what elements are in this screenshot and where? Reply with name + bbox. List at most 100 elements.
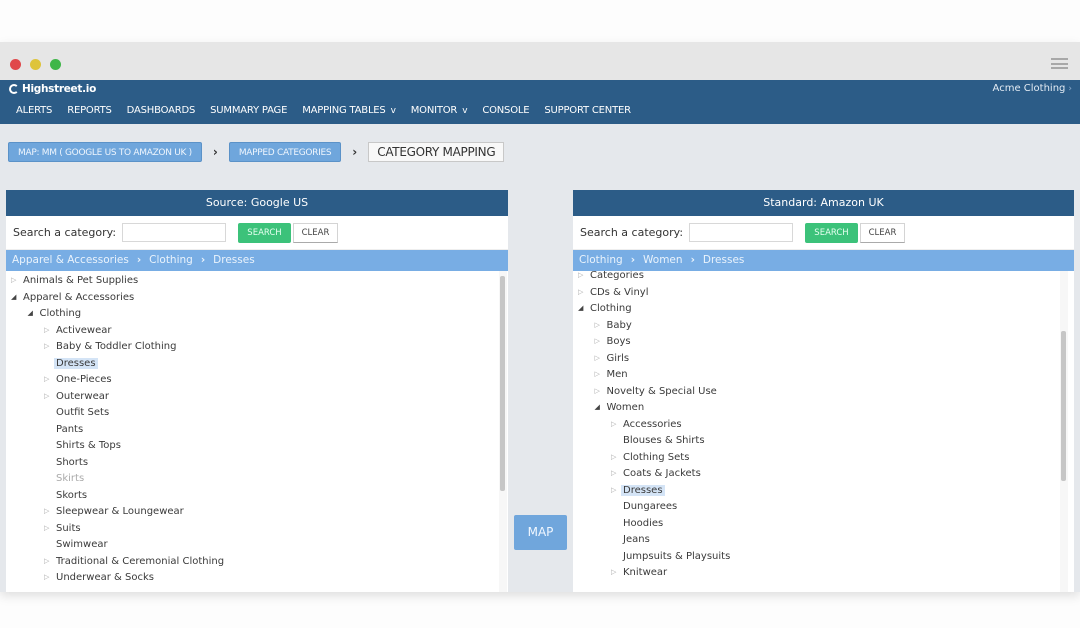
caret-right-icon[interactable]: ▷: [44, 554, 52, 569]
nav-monitor[interactable]: MONITOR v: [411, 105, 468, 116]
tree-node-label: Outerwear: [56, 390, 109, 402]
caret-right-icon[interactable]: ▷: [595, 367, 603, 382]
caret-right-icon[interactable]: ▷: [611, 466, 619, 481]
tree-node[interactable]: ▷ One-Pieces: [44, 372, 112, 387]
breadcrumb-mapped-categories[interactable]: MAPPED CATEGORIES: [228, 142, 342, 162]
minimize-window-button[interactable]: [30, 59, 41, 70]
tree-node[interactable]: ▷ Knitwear: [611, 565, 667, 580]
nav-reports[interactable]: REPORTS: [67, 105, 112, 116]
maximize-window-button[interactable]: [50, 59, 61, 70]
source-scrollbar[interactable]: [499, 271, 507, 592]
map-button[interactable]: MAP: [514, 515, 567, 550]
tree-node[interactable]: ▷ Dresses: [611, 483, 665, 498]
caret-down-icon[interactable]: ◢: [28, 306, 36, 321]
caret-down-icon[interactable]: ◢: [578, 301, 586, 316]
tree-node[interactable]: Pants: [56, 422, 83, 437]
tree-node[interactable]: ▷ Animals & Pet Supplies: [11, 273, 138, 288]
path-segment[interactable]: Apparel & Accessories: [12, 250, 129, 271]
close-window-button[interactable]: [10, 59, 21, 70]
nav-mapping-tables[interactable]: MAPPING TABLES v: [302, 105, 396, 116]
caret-right-icon[interactable]: ▷: [44, 323, 52, 338]
tree-node[interactable]: ◢ Clothing: [28, 306, 82, 321]
target-search-input[interactable]: [689, 223, 793, 242]
nav-support-center[interactable]: SUPPORT CENTER: [544, 105, 631, 116]
source-search-input[interactable]: [122, 223, 226, 242]
tree-node-label: Novelty & Special Use: [606, 385, 717, 397]
caret-right-icon[interactable]: ▷: [611, 450, 619, 465]
tree-node[interactable]: Skorts: [56, 488, 87, 503]
tree-node[interactable]: Swimwear: [56, 537, 108, 552]
path-segment[interactable]: Clothing: [579, 250, 623, 271]
tree-node[interactable]: ▷ CDs & Vinyl: [578, 285, 648, 300]
caret-down-icon[interactable]: ◢: [11, 290, 19, 305]
nav-summary-page[interactable]: SUMMARY PAGE: [210, 105, 287, 116]
caret-right-icon[interactable]: ▷: [595, 351, 603, 366]
source-scrollbar-thumb[interactable]: [500, 276, 505, 491]
path-segment[interactable]: Clothing: [149, 250, 193, 271]
caret-down-icon[interactable]: ◢: [595, 400, 603, 415]
tree-node[interactable]: ▷ Accessories: [611, 417, 682, 432]
tree-node[interactable]: Outfit Sets: [56, 405, 109, 420]
tree-node[interactable]: Skirts: [56, 471, 84, 486]
tree-node[interactable]: ▷ Categories: [578, 271, 644, 283]
tree-node[interactable]: ▷ Baby: [595, 318, 632, 333]
caret-right-icon[interactable]: ▷: [578, 285, 586, 300]
caret-right-icon[interactable]: ▷: [595, 318, 603, 333]
tree-node[interactable]: ▷ Activewear: [44, 323, 112, 338]
tree-node[interactable]: Dungarees: [623, 499, 677, 514]
path-segment[interactable]: Dresses: [213, 250, 255, 271]
caret-right-icon[interactable]: ▷: [44, 570, 52, 585]
nav-console[interactable]: CONSOLE: [482, 105, 529, 116]
caret-right-icon[interactable]: ▷: [595, 334, 603, 349]
tree-node[interactable]: ◢ Clothing: [578, 301, 632, 316]
target-search-button[interactable]: SEARCH: [805, 223, 858, 243]
caret-right-icon[interactable]: ▷: [44, 339, 52, 354]
caret-right-icon[interactable]: ▷: [611, 417, 619, 432]
caret-right-icon[interactable]: ▷: [44, 372, 52, 387]
target-scrollbar-thumb[interactable]: [1061, 331, 1066, 481]
tree-node[interactable]: ▷ Traditional & Ceremonial Clothing: [44, 554, 224, 569]
tree-node-label: Dresses: [621, 484, 665, 496]
tree-node[interactable]: ▷ Novelty & Special Use: [595, 384, 717, 399]
source-clear-button[interactable]: CLEAR: [293, 223, 338, 243]
tree-node[interactable]: Blouses & Shirts: [623, 433, 705, 448]
nav-dashboards[interactable]: DASHBOARDS: [127, 105, 196, 116]
caret-right-icon[interactable]: ▷: [578, 271, 586, 283]
nav-alerts[interactable]: ALERTS: [16, 105, 52, 116]
tree-node-label: Blouses & Shirts: [623, 435, 705, 446]
caret-right-icon[interactable]: ▷: [611, 483, 619, 498]
tree-node[interactable]: ▷ Sleepwear & Loungewear: [44, 504, 184, 519]
tree-node[interactable]: ▷ Boys: [595, 334, 631, 349]
account-menu[interactable]: Acme Clothing ›: [993, 83, 1072, 94]
path-segment[interactable]: Dresses: [703, 250, 745, 271]
tree-node[interactable]: ▷ Coats & Jackets: [611, 466, 701, 481]
target-clear-button[interactable]: CLEAR: [860, 223, 905, 243]
caret-right-icon[interactable]: ▷: [44, 504, 52, 519]
tree-node[interactable]: Dresses: [54, 356, 98, 371]
caret-right-icon[interactable]: ▷: [44, 389, 52, 404]
caret-right-icon[interactable]: ▷: [44, 521, 52, 536]
tree-node[interactable]: Shorts: [56, 455, 88, 470]
tree-node[interactable]: ◢ Apparel & Accessories: [11, 290, 134, 305]
source-search-button[interactable]: SEARCH: [238, 223, 291, 243]
tree-node[interactable]: ▷ Underwear & Socks: [44, 570, 154, 585]
tree-node[interactable]: Shirts & Tops: [56, 438, 121, 453]
tree-node[interactable]: ▷ Suits: [44, 521, 81, 536]
tree-node[interactable]: ▷ Clothing Sets: [611, 450, 689, 465]
tree-node[interactable]: Hoodies: [623, 516, 663, 531]
tree-node[interactable]: ▷ Baby & Toddler Clothing: [44, 339, 176, 354]
tree-node[interactable]: Jeans: [623, 532, 650, 547]
tree-node[interactable]: ▷ Outerwear: [44, 389, 109, 404]
tree-node[interactable]: ◢ Women: [595, 400, 645, 415]
caret-right-icon[interactable]: ▷: [611, 565, 619, 580]
breadcrumb-map[interactable]: MAP: MM ( GOOGLE US TO AMAZON UK ): [8, 142, 202, 162]
tree-node[interactable]: ▷ Girls: [595, 351, 630, 366]
path-segment[interactable]: Women: [643, 250, 683, 271]
tree-node[interactable]: Jumpsuits & Playsuits: [623, 549, 730, 564]
target-scrollbar[interactable]: [1060, 271, 1068, 592]
hamburger-icon[interactable]: [1051, 58, 1068, 69]
caret-right-icon[interactable]: ▷: [11, 273, 19, 288]
app-logo[interactable]: Highstreet.io: [9, 83, 96, 95]
tree-node[interactable]: ▷ Men: [595, 367, 628, 382]
caret-right-icon[interactable]: ▷: [595, 384, 603, 399]
